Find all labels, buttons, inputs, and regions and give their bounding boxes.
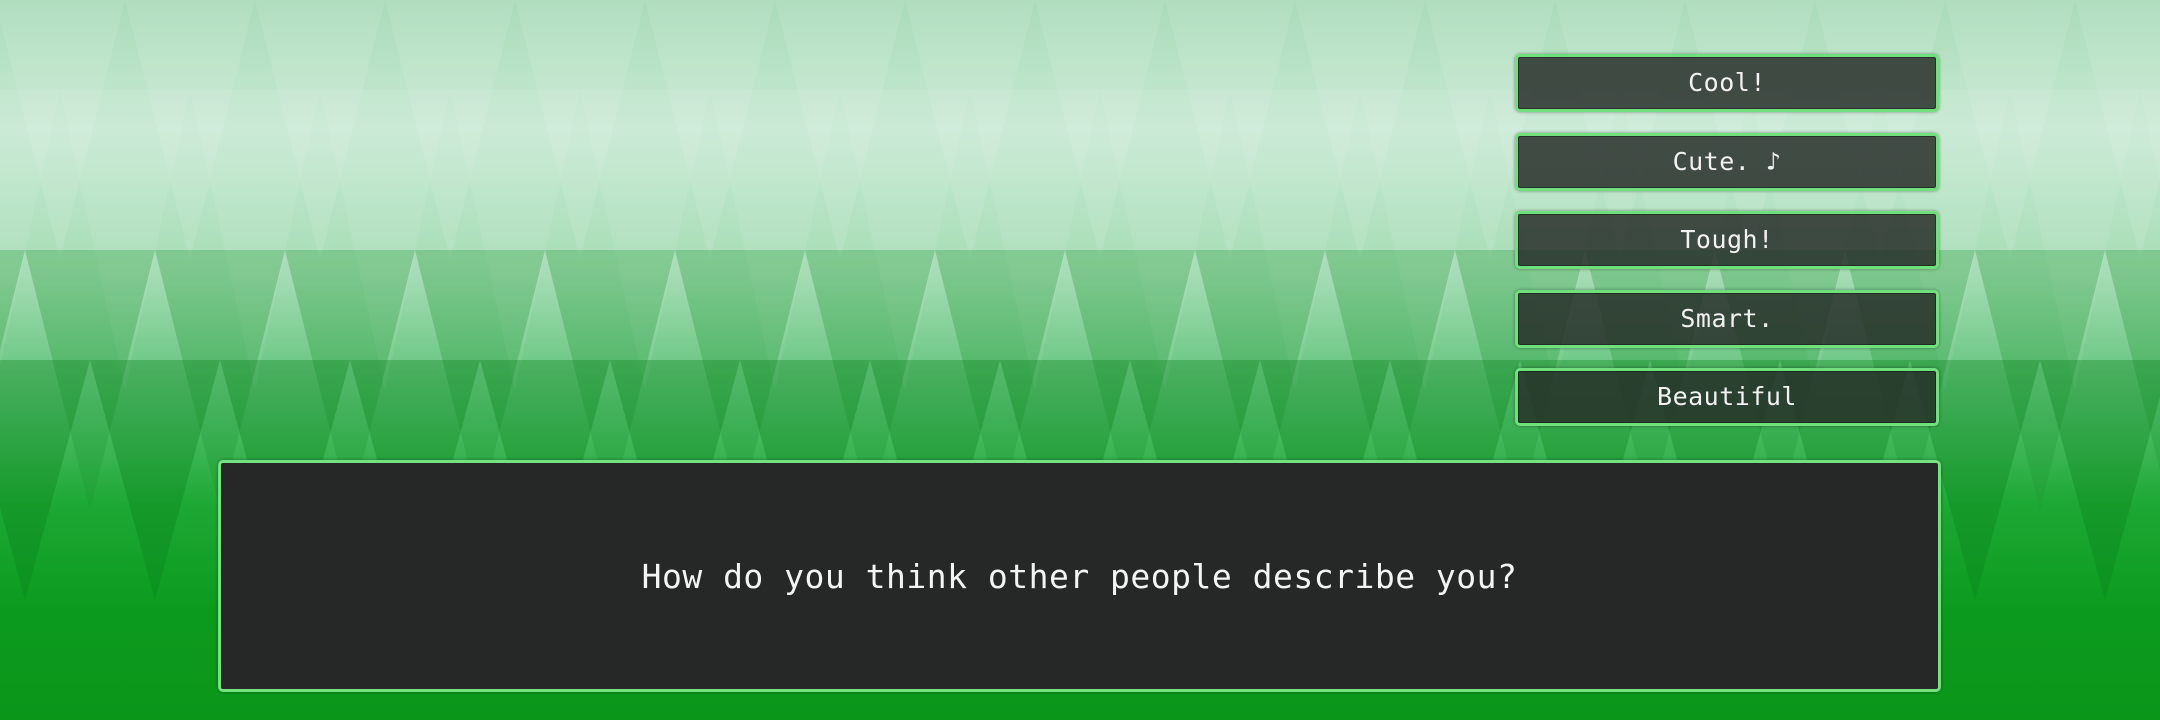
- choice-option-beautiful[interactable]: Beautiful: [1515, 368, 1939, 426]
- choice-label: Cool!: [1688, 68, 1766, 97]
- choice-option-smart[interactable]: Smart.: [1515, 290, 1939, 348]
- game-screen: Cool! Cute. ♪ Tough! Smart. Beautiful Ho…: [0, 0, 2160, 720]
- dialog-message-box[interactable]: How do you think other people describe y…: [218, 460, 1941, 692]
- choice-option-cool[interactable]: Cool!: [1515, 54, 1939, 112]
- choice-option-cute[interactable]: Cute. ♪: [1515, 133, 1939, 191]
- choice-option-tough[interactable]: Tough!: [1515, 211, 1939, 269]
- choice-label: Tough!: [1680, 225, 1774, 254]
- choice-label: Cute. ♪: [1672, 147, 1782, 176]
- dialog-text: How do you think other people describe y…: [641, 556, 1518, 596]
- choice-label: Beautiful: [1657, 382, 1797, 411]
- choice-label: Smart.: [1680, 304, 1774, 333]
